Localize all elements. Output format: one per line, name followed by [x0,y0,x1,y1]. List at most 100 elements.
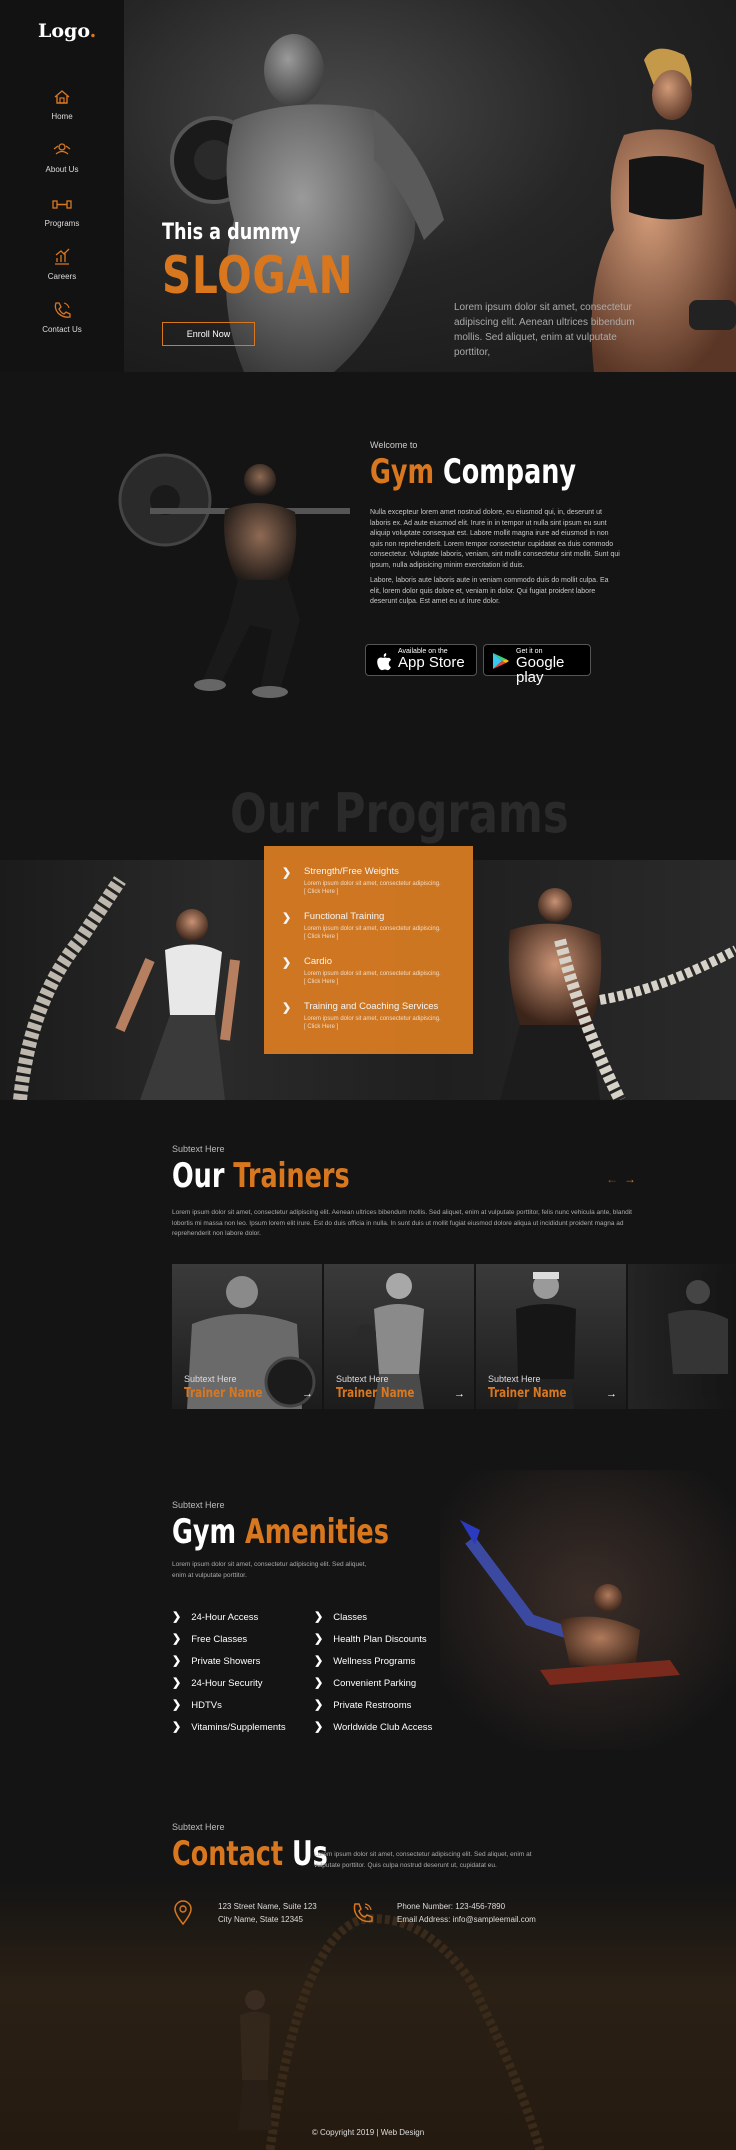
contact-subtext: Subtext Here [172,1822,225,1832]
program-title: Strength/Free Weights [304,866,399,877]
address-line-1: 123 Street Name, Suite 123 [218,1902,317,1911]
arrow-right-icon[interactable]: → [302,1388,313,1400]
amenity-item: ❯ 24-Hour Security [172,1677,263,1689]
chevron-right-icon: ❯ [282,1002,292,1014]
sidebar: Logo. Home About Us Programs Careers Con… [0,0,124,372]
company-paragraph-1: Nulla excepteur lorem amet nostrud dolor… [370,509,620,569]
amenities-description: Lorem ipsum dolor sit amet, consectetur … [172,1561,367,1579]
program-desc: Lorem ipsum dolor sit amet, consectetur … [304,926,441,932]
amenities-list-right: ❯ Classes ❯ Health Plan Discounts ❯ Wellnes… [314,1610,432,1742]
program-desc: Lorem ipsum dolor sit amet, consectetur … [304,971,441,977]
trainer-card[interactable]: Subtext Here Trainer Name → [172,1264,322,1409]
program-link[interactable]: [ Click Here ] [304,889,467,895]
phone-icon [54,302,71,318]
amenities-list-left: ❯ 24-Hour Access ❯ Free Classes ❯ Private S… [172,1610,286,1742]
amenity-item: ❯ 24-Hour Access [172,1611,259,1623]
contact-address: 123 Street Name, Suite 123 City Name, St… [218,1900,317,1926]
program-title: Training and Coaching Services [304,1001,439,1012]
chevron-right-icon: ❯ [172,1721,182,1733]
arrow-right-icon[interactable]: → [606,1388,617,1400]
programs-panel: ❯ Strength/Free Weights Lorem ipsum dolo… [264,846,473,1054]
nav-careers[interactable]: Careers [0,246,124,281]
nav-contact-us[interactable]: Contact Us [0,299,124,334]
chevron-right-icon: ❯ [314,1721,324,1733]
program-item[interactable]: ❯ Training and Coaching Services Lorem i… [282,1001,467,1030]
program-item[interactable]: ❯ Strength/Free Weights Lorem ipsum dolo… [282,866,467,895]
google-play-icon [493,653,509,669]
trainer-card-partial[interactable] [628,1264,736,1409]
amenity-item: ❯ Classes [314,1611,368,1623]
contact-title: Contact Us [172,1834,328,1874]
chevron-right-icon: ❯ [314,1699,324,1711]
hero-slogan: SLOGAN [162,246,354,306]
trainer-card[interactable]: Subtext Here Trainer Name → [476,1264,626,1409]
nav-home[interactable]: Home [0,86,124,121]
chevron-right-icon: ❯ [314,1655,324,1667]
google-play-label: Google play [516,654,565,686]
trainers-subtext: Subtext Here [172,1144,225,1154]
trainer-photo [668,1280,728,1374]
prev-arrow-button[interactable]: ← [606,1172,618,1186]
trainer-subtext: Subtext Here [488,1374,541,1384]
chevron-right-icon: ❯ [172,1677,182,1689]
nav-home-label: Home [51,112,73,121]
program-link[interactable]: [ Click Here ] [304,1024,467,1030]
contact-details: Phone Number: 123-456-7890 Email Address… [397,1900,536,1926]
enroll-now-button[interactable]: Enroll Now [162,322,255,346]
apple-icon [377,653,391,671]
chevron-right-icon: ❯ [172,1655,182,1667]
company-paragraph-2: Labore, laboris aute laboris aute in ven… [370,577,609,605]
google-play-button[interactable]: Get it on Google play [483,644,591,685]
amenity-item: ❯ Free Classes [172,1633,248,1645]
nav-careers-label: Careers [47,272,77,281]
address-line-2: City Name, State 12345 [218,1915,303,1924]
programs-title: Our Programs [230,782,569,845]
program-item[interactable]: ❯ Functional Training Lorem ipsum dolor … [282,911,467,940]
trainer-card[interactable]: Subtext Here Trainer Name → [324,1264,474,1409]
chevron-right-icon: ❯ [314,1677,324,1689]
contact-email[interactable]: Email Address: info@sampleemail.com [397,1913,536,1926]
trainer-name: Trainer Name [488,1386,567,1401]
amenity-item: ❯ Wellness Programs [314,1655,416,1667]
trainers-title: Our Trainers [172,1156,350,1196]
trainer-name: Trainer Name [184,1386,263,1401]
chart-icon [55,248,70,265]
amenities-athlete-image [440,1470,736,1750]
nav-contact-label: Contact Us [42,325,82,334]
chevron-right-icon: ❯ [282,867,292,879]
company-title: Gym Company [370,452,577,492]
amenity-item: ❯ Worldwide Club Access [314,1721,433,1733]
program-link[interactable]: [ Click Here ] [304,934,467,940]
dumbbell-icon [52,200,72,209]
amenities-subtext: Subtext Here [172,1500,225,1510]
location-pin-icon [174,1900,192,1926]
program-item[interactable]: ❯ Cardio Lorem ipsum dolor sit amet, con… [282,956,467,985]
hero-slogan-small: This a dummy [162,220,301,245]
trainer-subtext: Subtext Here [336,1374,389,1384]
logo[interactable]: Logo. [38,20,96,42]
program-desc: Lorem ipsum dolor sit amet, consectetur … [304,1016,441,1022]
amenity-item: ❯ Health Plan Discounts [314,1633,427,1645]
squat-athlete-image [118,453,350,698]
amenity-item: ❯ HDTVs [172,1699,222,1711]
amenity-item: ❯ Private Restrooms [314,1699,412,1711]
amenities-title: Gym Amenities [172,1512,389,1552]
nav-about-label: About Us [45,165,79,174]
next-arrow-button[interactable]: → [624,1172,636,1186]
nav-programs-label: Programs [44,219,80,228]
trainers-description: Lorem ipsum dolor sit amet, consectetur … [172,1209,632,1237]
chevron-right-icon: ❯ [172,1633,182,1645]
program-link[interactable]: [ Click Here ] [304,979,467,985]
home-icon [54,90,70,104]
amenity-item: ❯ Convenient Parking [314,1677,417,1689]
chevron-right-icon: ❯ [314,1633,324,1645]
contact-description: Lorem ipsum dolor sit amet, consectetur … [314,1851,532,1869]
nav-programs[interactable]: Programs [0,193,124,228]
nav-about-us[interactable]: About Us [0,139,124,174]
app-store-label: App Store [398,654,465,671]
app-store-button[interactable]: Available on the App Store [365,644,477,676]
program-title: Functional Training [304,911,385,922]
contact-phone[interactable]: Phone Number: 123-456-7890 [397,1900,536,1913]
trainer-subtext: Subtext Here [184,1374,237,1384]
arrow-right-icon[interactable]: → [454,1388,465,1400]
